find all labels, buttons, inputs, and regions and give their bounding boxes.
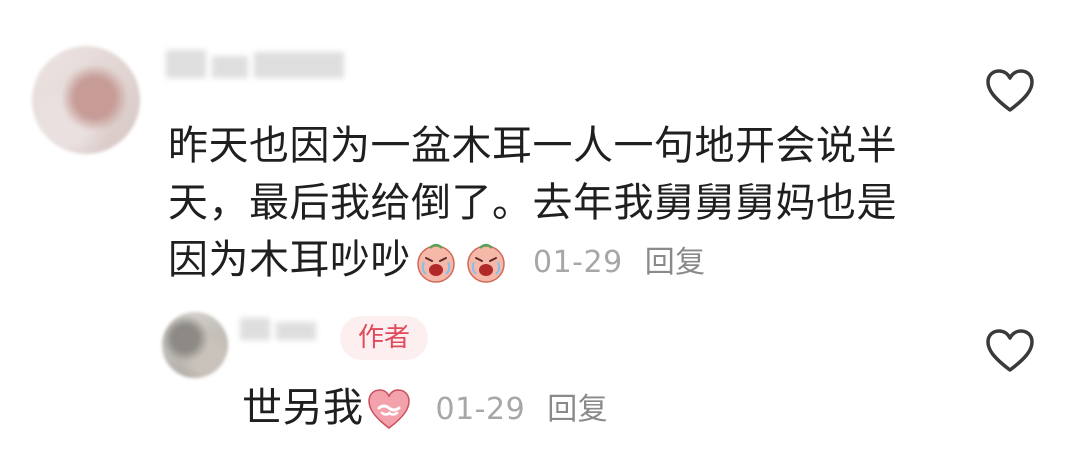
author-badge: 作者 — [340, 316, 428, 360]
comment-time: 01-29 — [533, 244, 623, 280]
crying-face-emoji — [414, 240, 458, 284]
username-blurred[interactable] — [240, 318, 332, 366]
comment-line: 昨天也因为一盆木耳一人一句地开会说半 — [168, 123, 897, 169]
avatar[interactable] — [162, 312, 228, 378]
avatar[interactable] — [32, 46, 140, 154]
comment-line: 天，最后我给倒了。去年我舅舅舅妈也是 — [168, 180, 897, 226]
crying-face-emoji — [464, 240, 508, 284]
comment-time: 01-29 — [435, 392, 526, 427]
like-button[interactable] — [984, 328, 1036, 374]
comment-line-text: 因为木耳吵吵 — [168, 237, 411, 283]
handshake-heart-emoji — [367, 388, 411, 432]
heart-outline-icon — [984, 68, 1036, 114]
comment-item: 昨天也因为一盆木耳一人一句地开会说半 天，最后我给倒了。去年我舅舅舅妈也是 因为… — [0, 0, 1080, 300]
reply-comment-item: 作者 世另我 01-29 回复 — [0, 300, 1080, 457]
username-blurred[interactable] — [166, 50, 352, 80]
like-button[interactable] — [984, 68, 1036, 114]
comment-text: 昨天也因为一盆木耳一人一句地开会说半 天，最后我给倒了。去年我舅舅舅妈也是 因为… — [168, 118, 928, 291]
reply-button[interactable]: 回复 — [645, 245, 706, 280]
heart-outline-icon — [984, 328, 1036, 374]
comment-line-text: 世另我 — [242, 385, 364, 431]
comment-line: 因为木耳吵吵 01-29 回复 — [168, 232, 928, 291]
reply-button[interactable]: 回复 — [547, 392, 608, 427]
comment-text: 世另我 01-29 回复 — [242, 380, 942, 438]
